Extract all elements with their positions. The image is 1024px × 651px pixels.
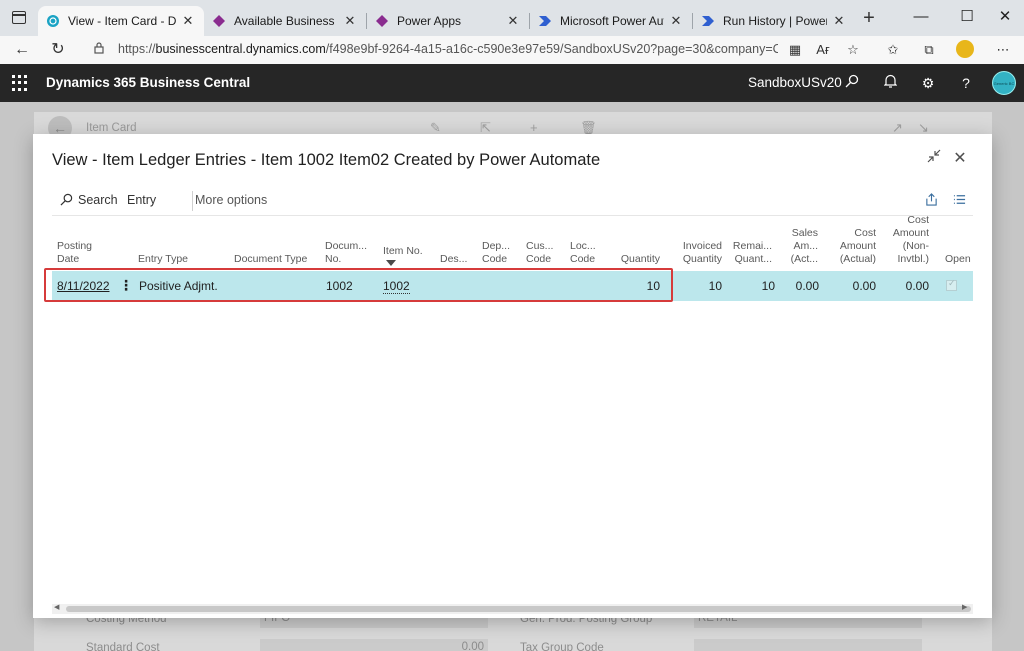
settings-gear-icon[interactable]: ⚙ bbox=[918, 73, 938, 93]
bc-app-bar: Dynamics 365 Business Central SandboxUSv… bbox=[0, 64, 1024, 102]
minimize-icon[interactable]: — bbox=[906, 4, 936, 30]
tab-close-icon[interactable]: ✕ bbox=[342, 13, 358, 29]
bc-globe-icon bbox=[46, 14, 60, 28]
cost-amount-actual-cell: 0.00 bbox=[852, 279, 876, 293]
scroll-right-icon[interactable]: ▶ bbox=[962, 603, 967, 611]
tab-close-icon[interactable]: ✕ bbox=[505, 13, 521, 29]
new-plus-icon: + bbox=[530, 120, 538, 135]
address-bar: ← ↻ https://businesscentral.dynamics.com… bbox=[0, 36, 1024, 64]
column-header-cost-amount-actual[interactable]: Cost Amount (Actual) bbox=[831, 222, 876, 270]
power-automate-icon bbox=[701, 14, 715, 28]
tab-available-bc[interactable]: Available Business Central ✕ bbox=[204, 6, 366, 36]
more-options-button[interactable]: More options bbox=[195, 193, 267, 207]
bg-field-value bbox=[694, 639, 922, 651]
new-tab-button[interactable]: + bbox=[858, 8, 880, 30]
url-path: /f498e9bf-9264-4a15-a16c-c590e3e97e59/Sa… bbox=[325, 42, 778, 56]
scroll-left-icon[interactable]: ◀ bbox=[54, 603, 59, 611]
toolbar-divider bbox=[192, 191, 193, 211]
url-field[interactable]: https://businesscentral.dynamics.com/f49… bbox=[118, 42, 778, 56]
column-header-department-code[interactable]: Dep... Code bbox=[482, 222, 512, 270]
read-aloud-icon[interactable]: Aғ bbox=[812, 39, 834, 61]
tab-title: Microsoft Power Automat bbox=[560, 14, 664, 28]
column-header-description[interactable]: Des... bbox=[440, 222, 474, 270]
remaining-quantity-cell: 10 bbox=[761, 279, 775, 293]
close-window-icon[interactable]: ✕ bbox=[990, 4, 1020, 30]
search-icon bbox=[60, 193, 73, 206]
bg-field-value: 0.00 bbox=[260, 639, 488, 651]
tab-close-icon[interactable]: ✕ bbox=[180, 13, 196, 29]
breadcrumb: Item Card bbox=[86, 122, 137, 134]
column-header-quantity[interactable]: Quantity bbox=[608, 222, 660, 270]
tab-title: Available Business Central bbox=[234, 14, 338, 28]
tab-close-icon[interactable]: ✕ bbox=[668, 13, 684, 29]
tab-title: Power Apps bbox=[397, 14, 462, 28]
tab-item-card[interactable]: View - Item Card - Dynam ✕ bbox=[38, 6, 204, 36]
power-automate-icon bbox=[538, 14, 552, 28]
avatar[interactable]: Generic BC Admin bbox=[992, 71, 1016, 95]
open-checkbox bbox=[946, 278, 957, 291]
browser-profile-icon[interactable] bbox=[956, 40, 974, 58]
dialog-action-bar: Search Entry More options bbox=[52, 188, 973, 216]
highlight-annotation-box bbox=[44, 268, 673, 302]
help-icon[interactable]: ? bbox=[956, 73, 976, 93]
power-apps-icon bbox=[212, 14, 226, 28]
url-host: businesscentral.dynamics.com bbox=[155, 42, 326, 56]
tab-power-automate[interactable]: Microsoft Power Automat ✕ bbox=[530, 6, 692, 36]
search-icon[interactable] bbox=[842, 73, 862, 93]
column-header-document-no[interactable]: Docum... No. bbox=[325, 222, 375, 270]
cost-amount-non-invtbl-cell: 0.00 bbox=[905, 279, 929, 293]
column-header-customer-code[interactable]: Cus... Code bbox=[526, 222, 556, 270]
column-header-open[interactable]: Open bbox=[945, 222, 975, 270]
item-ledger-entries-dialog: View - Item Ledger Entries - Item 1002 I… bbox=[33, 134, 992, 618]
tab-close-icon[interactable]: ✕ bbox=[831, 13, 847, 29]
lock-icon[interactable] bbox=[94, 42, 104, 57]
sales-amount-actual-cell: 0.00 bbox=[795, 279, 819, 293]
bg-field-label: Standard Cost bbox=[86, 642, 160, 651]
horizontal-scrollbar[interactable]: ◀ ▶ bbox=[52, 604, 973, 614]
refresh-icon[interactable]: ↻ bbox=[46, 38, 70, 62]
url-scheme: https:// bbox=[118, 42, 156, 56]
column-header-document-type[interactable]: Document Type bbox=[234, 222, 318, 270]
tab-title: View - Item Card - Dynam bbox=[68, 14, 176, 28]
share-icon[interactable] bbox=[922, 193, 940, 211]
close-dialog-icon[interactable]: ✕ bbox=[949, 148, 971, 170]
entry-menu-button[interactable]: Entry bbox=[127, 193, 156, 207]
power-apps-icon bbox=[375, 14, 389, 28]
tab-title: Run History | Power Autor bbox=[723, 14, 827, 28]
column-header-remaining-quantity[interactable]: Remai... Quant... bbox=[733, 222, 772, 270]
app-launcher-icon[interactable] bbox=[12, 75, 28, 91]
column-header-posting-date[interactable]: Posting Date bbox=[57, 222, 117, 270]
column-header-sales-amount-actual[interactable]: Sales Am... (Act... bbox=[782, 222, 818, 270]
bg-field-label: Tax Group Code bbox=[520, 642, 604, 651]
item-no-header-label: Item No. bbox=[383, 245, 423, 257]
filter-icon bbox=[386, 260, 396, 266]
column-header-item-no[interactable]: Item No. bbox=[383, 222, 431, 270]
search-label: Search bbox=[78, 193, 118, 207]
scrollbar-thumb[interactable] bbox=[66, 606, 971, 612]
collapse-arrows-icon[interactable] bbox=[923, 148, 945, 170]
column-header-invoiced-quantity[interactable]: Invoiced Quantity bbox=[671, 222, 722, 270]
invoiced-quantity-cell: 10 bbox=[708, 279, 722, 293]
maximize-icon[interactable]: ☐ bbox=[952, 4, 982, 30]
column-header-location-code[interactable]: Loc... Code bbox=[570, 222, 600, 270]
notifications-bell-icon[interactable] bbox=[880, 73, 900, 93]
app-title: Dynamics 365 Business Central bbox=[46, 75, 251, 90]
tab-run-history[interactable]: Run History | Power Autor ✕ bbox=[693, 6, 855, 36]
tab-power-apps[interactable]: Power Apps ✕ bbox=[367, 6, 529, 36]
search-button[interactable]: Search bbox=[60, 193, 118, 207]
window-menu-icon[interactable] bbox=[12, 11, 26, 24]
favorites-icon[interactable]: ✩ bbox=[882, 39, 904, 61]
environment-name: SandboxUSv20 bbox=[748, 75, 842, 90]
list-view-icon[interactable] bbox=[950, 193, 968, 211]
collections-icon[interactable]: ⧉ bbox=[918, 39, 940, 61]
back-arrow-icon[interactable]: ← bbox=[10, 38, 34, 62]
column-header-cost-amount-non-invtbl[interactable]: Cost Amount (Non- Invtbl.) bbox=[885, 214, 929, 270]
dialog-title: View - Item Ledger Entries - Item 1002 I… bbox=[52, 151, 601, 169]
app-available-icon[interactable]: ▦ bbox=[784, 39, 806, 61]
more-menu-icon[interactable]: ⋯ bbox=[992, 39, 1014, 61]
browser-tab-bar: View - Item Card - Dynam ✕ Available Bus… bbox=[0, 0, 1024, 36]
column-header-entry-type[interactable]: Entry Type bbox=[138, 222, 228, 270]
favorite-star-icon[interactable]: ☆ bbox=[842, 39, 864, 61]
